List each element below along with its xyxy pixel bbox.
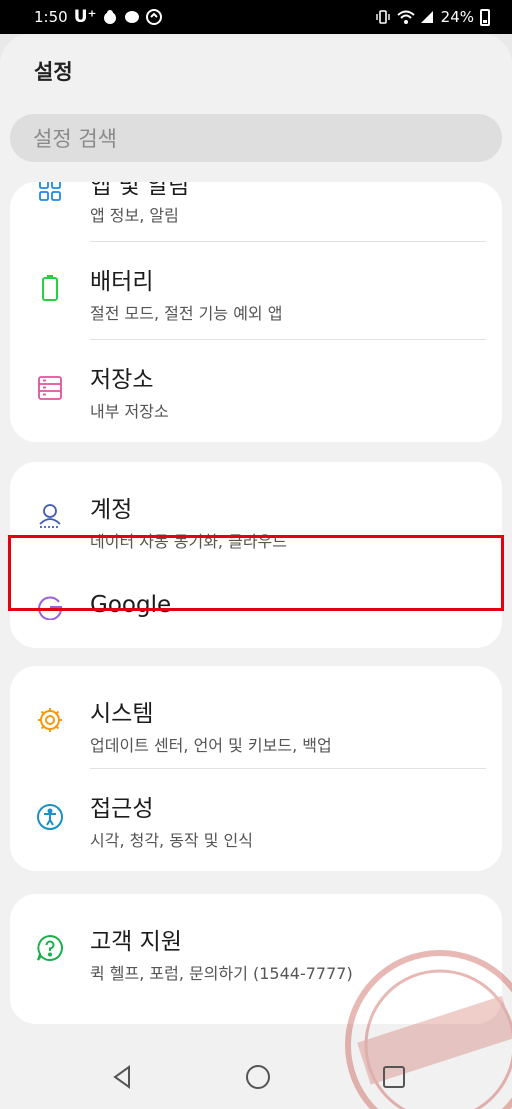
storage-icon xyxy=(36,374,64,402)
settings-item-title: 앱 및 알림 xyxy=(90,182,190,199)
battery-status-icon xyxy=(480,8,490,26)
settings-item-subtitle: 업데이트 센터, 언어 및 키보드, 백업 xyxy=(90,736,332,755)
vibrate-icon xyxy=(375,9,391,25)
notification-icon xyxy=(102,9,118,25)
gear-icon xyxy=(36,706,64,734)
settings-item-title: 접근성 xyxy=(90,796,154,822)
chat-bubble-icon xyxy=(124,9,140,25)
search-input[interactable]: 설정 검색 xyxy=(10,114,502,162)
settings-item-battery[interactable]: 배터리 절전 모드, 절전 기능 예외 앱 xyxy=(10,242,502,339)
status-time: 1:50 xyxy=(34,8,68,26)
settings-item-subtitle: 내부 저장소 xyxy=(90,402,169,421)
battery-icon xyxy=(36,274,64,302)
settings-item-title: 고객 지원 xyxy=(90,929,182,955)
settings-item-subtitle: 퀵 헬프, 포럼, 문의하기 (1544-7777) xyxy=(90,964,353,983)
carrier-label: U⁺ xyxy=(73,7,97,27)
search-placeholder: 설정 검색 xyxy=(33,127,117,151)
back-button[interactable] xyxy=(92,1045,152,1109)
settings-item-title: 계정 xyxy=(90,497,133,523)
settings-item-apps[interactable]: 앱 및 알림 앱 정보, 알림 xyxy=(10,182,502,242)
settings-item-subtitle: 시각, 청각, 동작 및 인식 xyxy=(90,831,253,850)
navigation-bar xyxy=(0,1045,512,1109)
settings-item-system[interactable]: 시스템 업데이트 센터, 언어 및 키보드, 백업 xyxy=(10,666,502,768)
settings-item-title: 시스템 xyxy=(90,701,154,727)
account-icon xyxy=(36,502,64,530)
home-button[interactable] xyxy=(228,1045,288,1109)
sync-icon xyxy=(146,9,163,25)
settings-card-device: 앱 및 알림 앱 정보, 알림 배터리 절전 모드, 절전 기능 예외 앱 저장… xyxy=(10,182,502,442)
settings-item-accessibility[interactable]: 접근성 시각, 청각, 동작 및 인식 xyxy=(10,769,502,869)
signal-icon xyxy=(419,9,435,25)
help-icon xyxy=(36,934,64,962)
settings-item-subtitle: 앱 정보, 알림 xyxy=(90,206,179,225)
battery-percent: 24% xyxy=(440,8,474,26)
apps-grid-icon xyxy=(36,182,64,204)
recents-button[interactable] xyxy=(364,1045,424,1109)
accessibility-icon xyxy=(36,803,64,831)
status-bar: 1:50 U⁺ 24% xyxy=(0,0,512,34)
settings-item-title: 저장소 xyxy=(90,367,154,393)
settings-item-storage[interactable]: 저장소 내부 저장소 xyxy=(10,340,502,440)
page-title: 설정 xyxy=(34,60,73,84)
settings-item-subtitle: 절전 모드, 절전 기능 예외 앱 xyxy=(90,304,283,323)
settings-item-title: 배터리 xyxy=(90,269,154,295)
settings-card-system: 시스템 업데이트 센터, 언어 및 키보드, 백업 접근성 시각, 청각, 동작… xyxy=(10,666,502,871)
highlight-box xyxy=(8,535,504,611)
wifi-icon xyxy=(396,9,415,25)
